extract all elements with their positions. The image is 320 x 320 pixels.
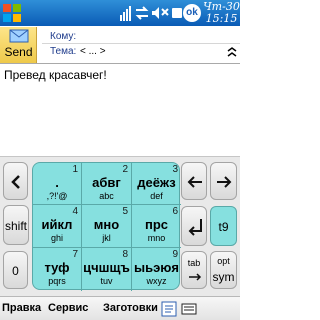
right-arrow-icon xyxy=(217,176,232,188)
clock: Чт-30 15:15 xyxy=(203,1,240,25)
sym-label: sym xyxy=(212,270,235,284)
key-2[interactable]: 2 абвг abc xyxy=(82,163,132,205)
left-arrow-key[interactable] xyxy=(3,162,28,200)
key-2-letters: абвг xyxy=(92,175,121,190)
key-4-number: 4 xyxy=(72,206,78,217)
key-5[interactable]: 5 мно jkl xyxy=(82,205,132,248)
opt-label: opt xyxy=(217,256,230,266)
menu-service[interactable]: Сервис xyxy=(48,302,88,314)
tab-key-label: tab xyxy=(187,258,201,268)
key-7-number: 7 xyxy=(72,249,78,260)
backspace-key[interactable] xyxy=(181,162,207,200)
backspace-arrow-icon xyxy=(187,176,202,188)
to-label[interactable]: Кому: xyxy=(50,31,76,42)
key-5-latin: jkl xyxy=(102,233,111,243)
key-4-letters: ийкл xyxy=(41,217,73,232)
key-8[interactable]: 8 цчшщъ tuv xyxy=(82,248,132,291)
signal-icon xyxy=(120,6,131,21)
key-9[interactable]: 9 ыьэюя wxyz xyxy=(132,248,181,291)
menu-edit[interactable]: Правка xyxy=(2,302,41,314)
message-body[interactable]: Превед красавчег! xyxy=(4,68,107,82)
collapse-header-icon[interactable] xyxy=(226,47,238,57)
key-8-letters: цчшщъ xyxy=(83,260,130,275)
document-icon[interactable] xyxy=(161,301,177,317)
key-3-latin: def xyxy=(150,191,163,201)
send-envelope-icon xyxy=(9,29,29,43)
key-9-letters: ыьэюя xyxy=(134,260,179,275)
right-arrow-key[interactable] xyxy=(210,162,237,200)
key-6-number: 6 xyxy=(172,206,178,217)
key-3-letters: деёжз xyxy=(137,175,176,190)
key-7[interactable]: 7 туф pqrs xyxy=(33,248,82,291)
key-8-latin: tuv xyxy=(100,276,113,286)
key-7-latin: pqrs xyxy=(48,276,66,286)
t9-toggle-key[interactable]: t9 xyxy=(210,206,237,246)
key-2-number: 2 xyxy=(122,164,128,175)
key-1-number: 1 xyxy=(72,164,78,175)
tab-key[interactable]: tab xyxy=(181,251,207,289)
bottom-menubar: Правка Сервис Заготовки xyxy=(0,296,240,320)
send-button[interactable]: Send xyxy=(0,27,37,63)
key-8-number: 8 xyxy=(122,249,128,260)
shift-key[interactable]: shift xyxy=(3,205,29,245)
key-1-letters: . xyxy=(55,175,59,190)
header-rule xyxy=(42,43,240,44)
windows-start-icon[interactable] xyxy=(2,3,22,23)
key-4-latin: ghi xyxy=(50,233,63,243)
keyboard-toggle-icon[interactable] xyxy=(181,302,197,316)
key-5-number: 5 xyxy=(122,206,128,217)
ok-button[interactable]: ok xyxy=(183,4,201,22)
subject-value[interactable]: < ... > xyxy=(80,46,106,57)
numeric-keypad: 1 . ,?!'@ 2 абвг abc 3 деёжз def 4 ийкл … xyxy=(32,162,181,291)
key-6-latin: mno xyxy=(147,233,166,243)
key-3[interactable]: 3 деёжз def xyxy=(132,163,181,205)
zero-key[interactable]: 0 xyxy=(3,251,28,289)
key-4[interactable]: 4 ийкл ghi xyxy=(33,205,82,248)
enter-key[interactable] xyxy=(181,206,207,246)
clock-time: 15:15 xyxy=(205,12,238,25)
key-3-number: 3 xyxy=(172,164,178,175)
enter-icon xyxy=(188,219,202,236)
sync-arrows-icon xyxy=(135,6,149,20)
key-6[interactable]: 6 прс mno xyxy=(132,205,181,248)
key-1-latin: ,?!'@ xyxy=(46,191,68,201)
opt-sym-key[interactable]: opt sym xyxy=(210,251,237,289)
key-7-letters: туф xyxy=(44,260,70,275)
tab-icon xyxy=(189,273,202,281)
menu-templates[interactable]: Заготовки xyxy=(103,302,158,314)
key-5-letters: мно xyxy=(93,217,120,232)
key-9-latin: wxyz xyxy=(146,276,167,286)
left-arrow-icon xyxy=(11,175,20,189)
mute-x-icon xyxy=(161,8,169,16)
send-label: Send xyxy=(4,45,33,59)
key-6-letters: прс xyxy=(144,217,169,232)
key-2-latin: abc xyxy=(99,191,114,201)
key-1[interactable]: 1 . ,?!'@ xyxy=(33,163,82,205)
header-divider xyxy=(0,63,240,64)
subject-label[interactable]: Тема: xyxy=(50,46,76,57)
speaker-icon xyxy=(152,7,159,19)
battery-icon xyxy=(172,8,182,18)
key-9-number: 9 xyxy=(172,249,178,260)
